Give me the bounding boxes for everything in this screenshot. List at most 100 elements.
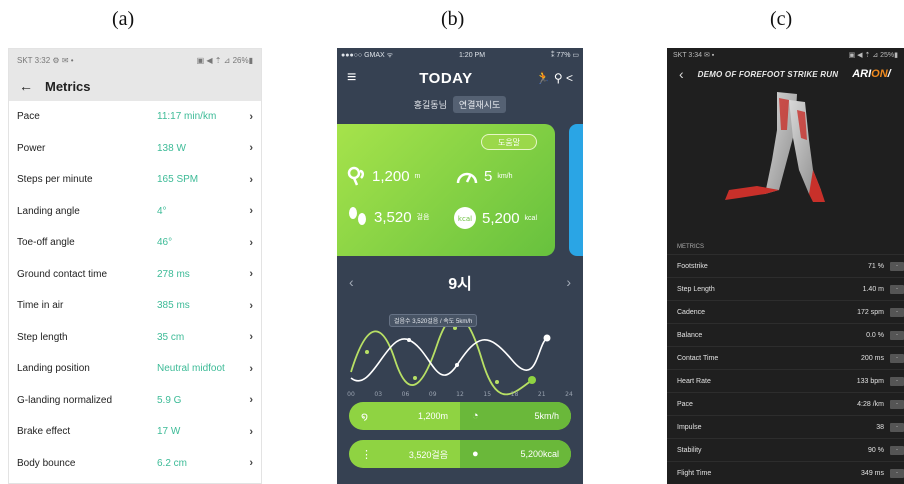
speedometer-icon: ◔ <box>472 410 479 422</box>
row-toggle-button[interactable]: - <box>890 445 904 455</box>
metric-label: Ground contact time <box>17 268 108 280</box>
speed-stat: 5 km/h <box>455 166 513 186</box>
header-actions-icon[interactable]: 🏃 ⚲ < <box>536 71 573 85</box>
metric-row: Heart Rate 133 bpm - <box>667 369 904 392</box>
metric-row[interactable]: Steps per minute 165 SPM › <box>9 164 261 196</box>
metric-row[interactable]: Landing position Neutral midfoot › <box>9 353 261 385</box>
distance-speed-pill: ໑ 1,200m ◔ 5km/h <box>349 402 571 430</box>
metric-value: 11:17 min/km <box>157 111 217 123</box>
hour-selector: ‹ 9시 › <box>337 268 583 296</box>
row-toggle-button[interactable]: - <box>890 284 904 294</box>
chevron-right-icon: › <box>249 142 253 155</box>
reconnect-button[interactable]: 연결재시도 <box>452 95 507 113</box>
metric-value: 46° <box>157 237 173 249</box>
metric-label: Brake effect <box>17 426 71 438</box>
status-left: SKT 3:34 ✉ ▪ <box>673 52 715 59</box>
metric-row: Pace 4:28 /km - <box>667 392 904 415</box>
prev-hour-button[interactable]: ‹ <box>349 274 354 290</box>
next-card-peek[interactable] <box>569 124 583 256</box>
row-toggle-button[interactable]: - <box>890 422 904 432</box>
chevron-right-icon: › <box>249 299 253 312</box>
page-title: TODAY <box>419 69 473 87</box>
metric-label: Balance <box>677 331 703 339</box>
metric-label: Impulse <box>677 423 702 431</box>
back-arrow-icon[interactable]: ← <box>19 78 33 94</box>
back-arrow-icon[interactable]: ‹ <box>679 66 684 82</box>
metric-value: 5.9 G <box>157 394 182 406</box>
metric-label: Time in air <box>17 300 64 312</box>
graph-tooltip: 걸음수 3,520걸음 / 속도 5km/h <box>389 314 478 327</box>
metric-row: Flight Time 349 ms - <box>667 461 904 484</box>
metric-row[interactable]: G-landing normalized 5.9 G › <box>9 385 261 417</box>
metric-label: Heart Rate <box>677 377 711 385</box>
metric-row[interactable]: Ground contact time 278 ms › <box>9 259 261 291</box>
status-left: SKT 3:32 ⚙ ✉ • <box>17 55 74 65</box>
metric-row[interactable]: Step length 35 cm › <box>9 322 261 354</box>
metric-row[interactable]: Pace 11:17 min/km › <box>9 101 261 133</box>
route-icon <box>347 166 365 186</box>
running-legs-icon <box>725 92 825 202</box>
metric-row: Stability 90 % - <box>667 438 904 461</box>
chevron-right-icon: › <box>249 110 253 123</box>
speed-value: 5 <box>484 167 493 185</box>
pill-steps: 3,520걸음 <box>408 449 448 460</box>
metric-value: 385 ms <box>157 300 190 312</box>
metric-label: Cadence <box>677 308 706 316</box>
metric-row[interactable]: Body bounce 6.2 cm › <box>9 448 261 480</box>
x-tick-label: 24 <box>565 391 573 398</box>
panel-label-a: (a) <box>112 8 135 30</box>
next-hour-button[interactable]: › <box>566 274 571 290</box>
metric-value: 38 <box>876 423 884 431</box>
metric-label: G-landing normalized <box>17 394 113 406</box>
distance-stat: 1,200 m <box>347 166 420 186</box>
row-toggle-button[interactable]: - <box>890 376 904 386</box>
status-right: ▣ ◀ ⇡ ⊿ 25%▮ <box>848 52 898 59</box>
hour-label: 9시 <box>448 276 472 293</box>
row-toggle-button[interactable]: - <box>890 307 904 317</box>
metric-row[interactable]: Time in air 385 ms › <box>9 290 261 322</box>
menu-icon[interactable]: ≡ <box>347 69 356 87</box>
metric-row[interactable]: Brake effect 17 W › <box>9 416 261 448</box>
x-tick-label: 12 <box>456 391 464 398</box>
metric-value: 4° <box>157 205 167 217</box>
metric-row[interactable]: Toe-off angle 46° › <box>9 227 261 259</box>
metric-row: Cadence 172 spm - <box>667 300 904 323</box>
metric-row: Step Length 1.40 m- <box>667 277 904 300</box>
help-button[interactable]: 도움말 <box>481 134 537 150</box>
x-tick-label: 09 <box>429 391 437 398</box>
row-toggle-button[interactable]: - <box>890 330 904 340</box>
metric-value: 172 spm <box>857 308 884 316</box>
x-tick-label: 21 <box>538 391 546 398</box>
status-left: ●●●○○ GMAX ᯤ <box>341 51 394 59</box>
x-tick-label: 06 <box>402 391 410 398</box>
panel-label-b: (b) <box>441 8 465 30</box>
app-header: ← Metrics <box>9 71 261 101</box>
metric-row[interactable]: Landing angle 4° › <box>9 196 261 228</box>
row-toggle-button[interactable]: - <box>890 399 904 409</box>
metric-row[interactable]: Power 138 W › <box>9 133 261 165</box>
route-icon: ໑ <box>361 410 369 423</box>
steps-unit: 걸음 <box>416 214 430 221</box>
status-right: ▣ ◀ ⇡ ⊿ 26%▮ <box>196 55 253 65</box>
metric-value: 6.2 cm <box>157 457 188 469</box>
row-toggle-button[interactable]: - <box>890 261 904 271</box>
kcal-stat: kcal 5,200 kcal <box>453 206 537 230</box>
metric-label: Pace <box>17 111 40 123</box>
page-title: DEMO OF FOREFOOT STRIKE RUN <box>697 69 839 79</box>
metric-row: Contact Time 200 ms - <box>667 346 904 369</box>
pill-kcal: 5,200kcal <box>520 449 559 459</box>
row-toggle-button[interactable]: - <box>890 468 904 478</box>
chevron-right-icon: › <box>249 425 253 438</box>
row-toggle-button[interactable]: - <box>890 353 904 363</box>
x-tick-label: 15 <box>483 391 491 398</box>
metric-label: Contact Time <box>677 354 719 362</box>
metric-value: 17 W <box>157 426 181 438</box>
status-right: ⁑ 77% ▭ <box>550 52 579 59</box>
chevron-right-icon: › <box>249 173 253 186</box>
metric-value: 0.0 % <box>866 331 884 339</box>
metric-label: Pace <box>677 400 693 408</box>
chevron-right-icon: › <box>249 205 253 218</box>
kcal-unit: kcal <box>524 214 537 222</box>
metric-label: Landing position <box>17 363 90 375</box>
metric-value: 200 ms <box>861 354 884 362</box>
